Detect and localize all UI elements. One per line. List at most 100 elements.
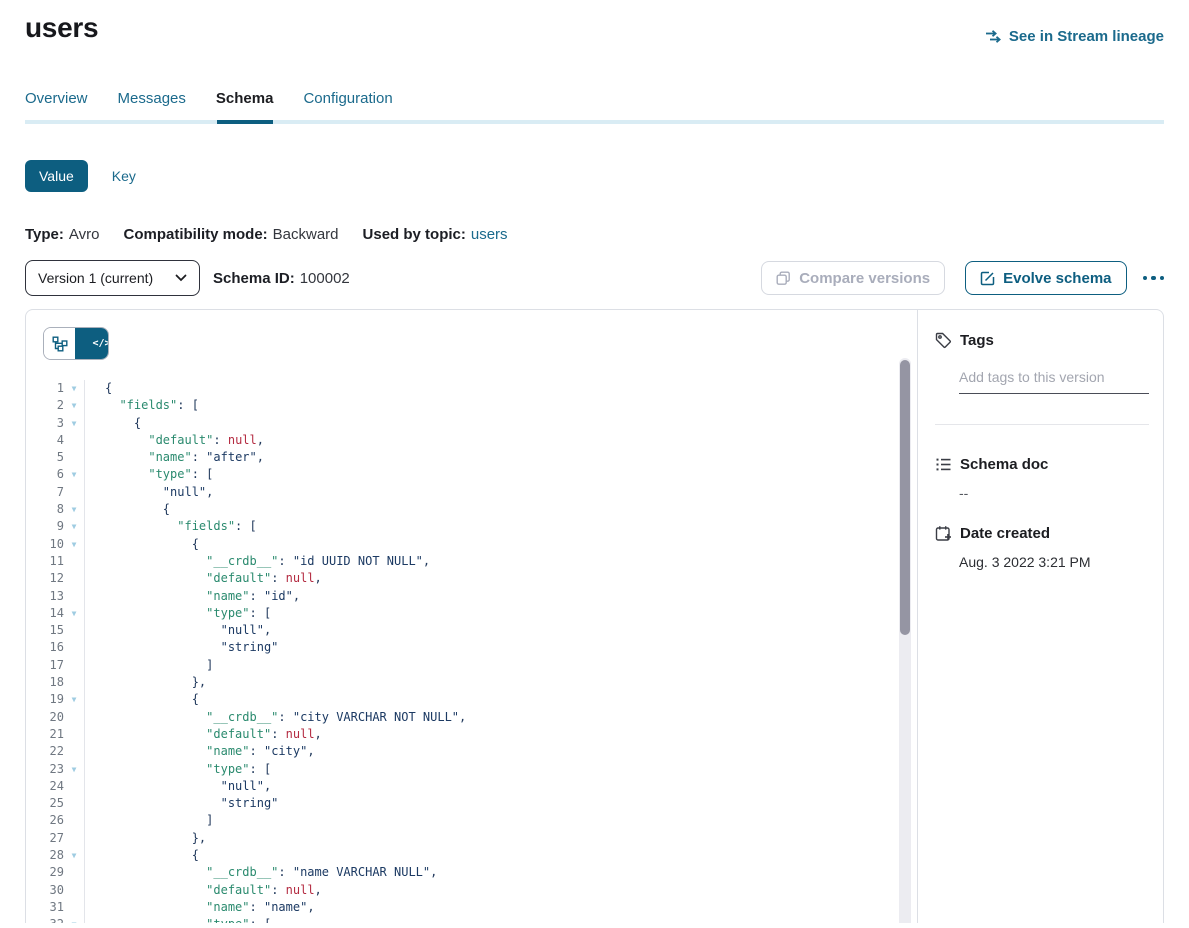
code-text: "null",	[85, 622, 271, 639]
code-line: 18 },	[26, 674, 917, 691]
calendar-plus-icon	[935, 525, 952, 542]
code-line: 26 ]	[26, 812, 917, 829]
code-line: 15 "null",	[26, 622, 917, 639]
line-number: 26	[26, 812, 64, 829]
fold-spacer	[64, 709, 84, 726]
fold-toggle-icon[interactable]: ▼	[64, 466, 84, 483]
line-number: 7	[26, 484, 64, 501]
tab-configuration[interactable]: Configuration	[303, 90, 392, 120]
tree-view-button[interactable]	[44, 328, 75, 359]
fold-spacer	[64, 882, 84, 899]
code-text: "name": "id",	[85, 588, 300, 605]
more-options-button[interactable]	[1143, 261, 1165, 295]
value-key-toggle: Value Key	[25, 160, 1189, 192]
line-number: 2	[26, 397, 64, 414]
line-number: 6	[26, 466, 64, 483]
code-view-button[interactable]: </>	[75, 328, 108, 359]
version-select[interactable]: Version 1 (current)	[25, 260, 200, 296]
key-tab-button[interactable]: Key	[112, 168, 136, 184]
active-tab-indicator	[217, 120, 273, 124]
fold-spacer	[64, 743, 84, 760]
line-number: 17	[26, 657, 64, 674]
code-text: "default": null,	[85, 882, 322, 899]
fold-spacer	[64, 553, 84, 570]
used-by-topic-link[interactable]: users	[471, 226, 508, 243]
line-number: 18	[26, 674, 64, 691]
value-tab-button[interactable]: Value	[25, 160, 88, 192]
list-icon	[935, 456, 952, 473]
fold-spacer	[64, 622, 84, 639]
code-text: "__crdb__": "id UUID NOT NULL",	[85, 553, 430, 570]
version-select-value: Version 1 (current)	[38, 270, 153, 286]
code-text: {	[85, 847, 199, 864]
code-text: ]	[85, 812, 213, 829]
evolve-schema-button[interactable]: Evolve schema	[965, 261, 1126, 295]
code-text: "__crdb__": "name VARCHAR NULL",	[85, 864, 437, 881]
fold-toggle-icon[interactable]: ▼	[64, 536, 84, 553]
schema-card: </> 1▼{2▼ "fields": [3▼ {4 "default": nu…	[25, 309, 1164, 923]
fold-toggle-icon[interactable]: ▼	[64, 501, 84, 518]
line-number: 23	[26, 761, 64, 778]
editor-scrollbar	[899, 358, 911, 923]
code-text: "null",	[85, 778, 271, 795]
compatibility-label: Compatibility mode:	[123, 226, 267, 243]
code-line: 9▼ "fields": [	[26, 518, 917, 535]
code-text: "type": [	[85, 605, 271, 622]
tab-overview[interactable]: Overview	[25, 90, 88, 120]
code-line: 16 "string"	[26, 639, 917, 656]
tags-title: Tags	[960, 332, 994, 349]
line-number: 10	[26, 536, 64, 553]
code-text: "name": "after",	[85, 449, 264, 466]
compare-versions-button[interactable]: Compare versions	[761, 261, 945, 295]
fold-toggle-icon[interactable]: ▼	[64, 691, 84, 708]
line-number: 11	[26, 553, 64, 570]
fold-toggle-icon[interactable]: ▼	[64, 916, 84, 923]
tab-schema[interactable]: Schema	[216, 90, 274, 120]
code-line: 30 "default": null,	[26, 882, 917, 899]
add-tags-input[interactable]	[959, 369, 1149, 394]
line-number: 14	[26, 605, 64, 622]
tab-messages[interactable]: Messages	[118, 90, 186, 120]
fold-toggle-icon[interactable]: ▼	[64, 397, 84, 414]
editor-view-toggle: </>	[43, 327, 109, 360]
schema-editor-pane: </> 1▼{2▼ "fields": [3▼ {4 "default": nu…	[26, 310, 917, 923]
sidebar-divider	[935, 424, 1149, 425]
fold-toggle-icon[interactable]: ▼	[64, 847, 84, 864]
fold-toggle-icon[interactable]: ▼	[64, 518, 84, 535]
fold-spacer	[64, 864, 84, 881]
fold-toggle-icon[interactable]: ▼	[64, 415, 84, 432]
schema-sidebar: Tags Schema do	[917, 310, 1163, 923]
fold-toggle-icon[interactable]: ▼	[64, 605, 84, 622]
fold-toggle-icon[interactable]: ▼	[64, 380, 84, 397]
code-line: 5 "name": "after",	[26, 449, 917, 466]
code-line: 11 "__crdb__": "id UUID NOT NULL",	[26, 553, 917, 570]
stream-lineage-link[interactable]: See in Stream lineage	[985, 28, 1164, 45]
code-line: 29 "__crdb__": "name VARCHAR NULL",	[26, 864, 917, 881]
code-line: 19▼ {	[26, 691, 917, 708]
schema-doc-value: --	[959, 485, 1149, 501]
line-number: 8	[26, 501, 64, 518]
code-text: "name": "name",	[85, 899, 315, 916]
line-number: 13	[26, 588, 64, 605]
code-line: 7 "null",	[26, 484, 917, 501]
fold-spacer	[64, 639, 84, 656]
line-number: 27	[26, 830, 64, 847]
compare-versions-icon	[776, 271, 791, 286]
code-text: "type": [	[85, 466, 213, 483]
line-number: 19	[26, 691, 64, 708]
fold-spacer	[64, 432, 84, 449]
line-number: 9	[26, 518, 64, 535]
tab-track	[25, 120, 1164, 124]
editor-scrollbar-thumb[interactable]	[900, 360, 910, 635]
line-number: 15	[26, 622, 64, 639]
tree-view-icon	[52, 336, 68, 352]
code-text: "type": [	[85, 761, 271, 778]
fold-toggle-icon[interactable]: ▼	[64, 761, 84, 778]
code-line: 17 ]	[26, 657, 917, 674]
code-text: },	[85, 674, 206, 691]
code-text: "default": null,	[85, 570, 322, 587]
fold-spacer	[64, 674, 84, 691]
line-number: 4	[26, 432, 64, 449]
line-number: 24	[26, 778, 64, 795]
code-view-icon: </>	[92, 338, 109, 349]
